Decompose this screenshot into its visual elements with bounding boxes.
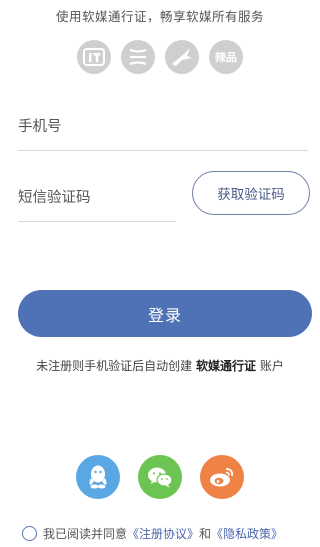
weibo-icon <box>210 468 234 487</box>
login-button[interactable]: 登录 <box>18 290 312 337</box>
get-code-button[interactable]: 获取验证码 <box>192 171 310 215</box>
ruanmei-icon <box>121 40 155 74</box>
lapin-icon: 辣品 <box>209 40 243 74</box>
agreement-prefix: 我已阅读并同意 <box>43 526 128 541</box>
lapin-icon-label: 辣品 <box>215 51 237 64</box>
privacy-link[interactable]: 《隐私政策》 <box>211 525 283 542</box>
agreement-and: 和 <box>199 526 212 541</box>
phone-field[interactable]: 手机号 <box>18 105 308 151</box>
ithome-icon <box>77 40 111 74</box>
register-note-brand: 软媒通行证 <box>195 359 256 373</box>
terms-link[interactable]: 《注册协议》 <box>127 525 199 542</box>
wechat-icon <box>148 467 173 488</box>
sms-code-field[interactable]: 短信验证码 <box>18 176 176 222</box>
wechat-login-button[interactable] <box>138 455 182 499</box>
agree-radio[interactable] <box>22 525 37 541</box>
qq-login-button[interactable] <box>76 455 120 499</box>
subtitle: 使用软媒通行证，畅享软媒所有服务 <box>55 9 264 24</box>
register-note-suffix: 账户 <box>256 359 284 373</box>
agreement-row: 我已阅读并同意 《注册协议》 和 《隐私政策》 <box>22 524 312 542</box>
sms-code-placeholder: 短信验证码 <box>18 190 91 206</box>
phone-placeholder: 手机号 <box>18 119 62 135</box>
qq-icon <box>89 465 107 489</box>
bird-icon <box>165 40 199 74</box>
social-login-row <box>0 455 320 499</box>
register-note: 未注册则手机验证后自动创建 软媒通行证 账户 <box>0 357 320 374</box>
weibo-login-button[interactable] <box>200 455 244 499</box>
register-note-prefix: 未注册则手机验证后自动创建 <box>36 359 196 373</box>
brand-icon-row: 辣品 <box>0 40 320 74</box>
